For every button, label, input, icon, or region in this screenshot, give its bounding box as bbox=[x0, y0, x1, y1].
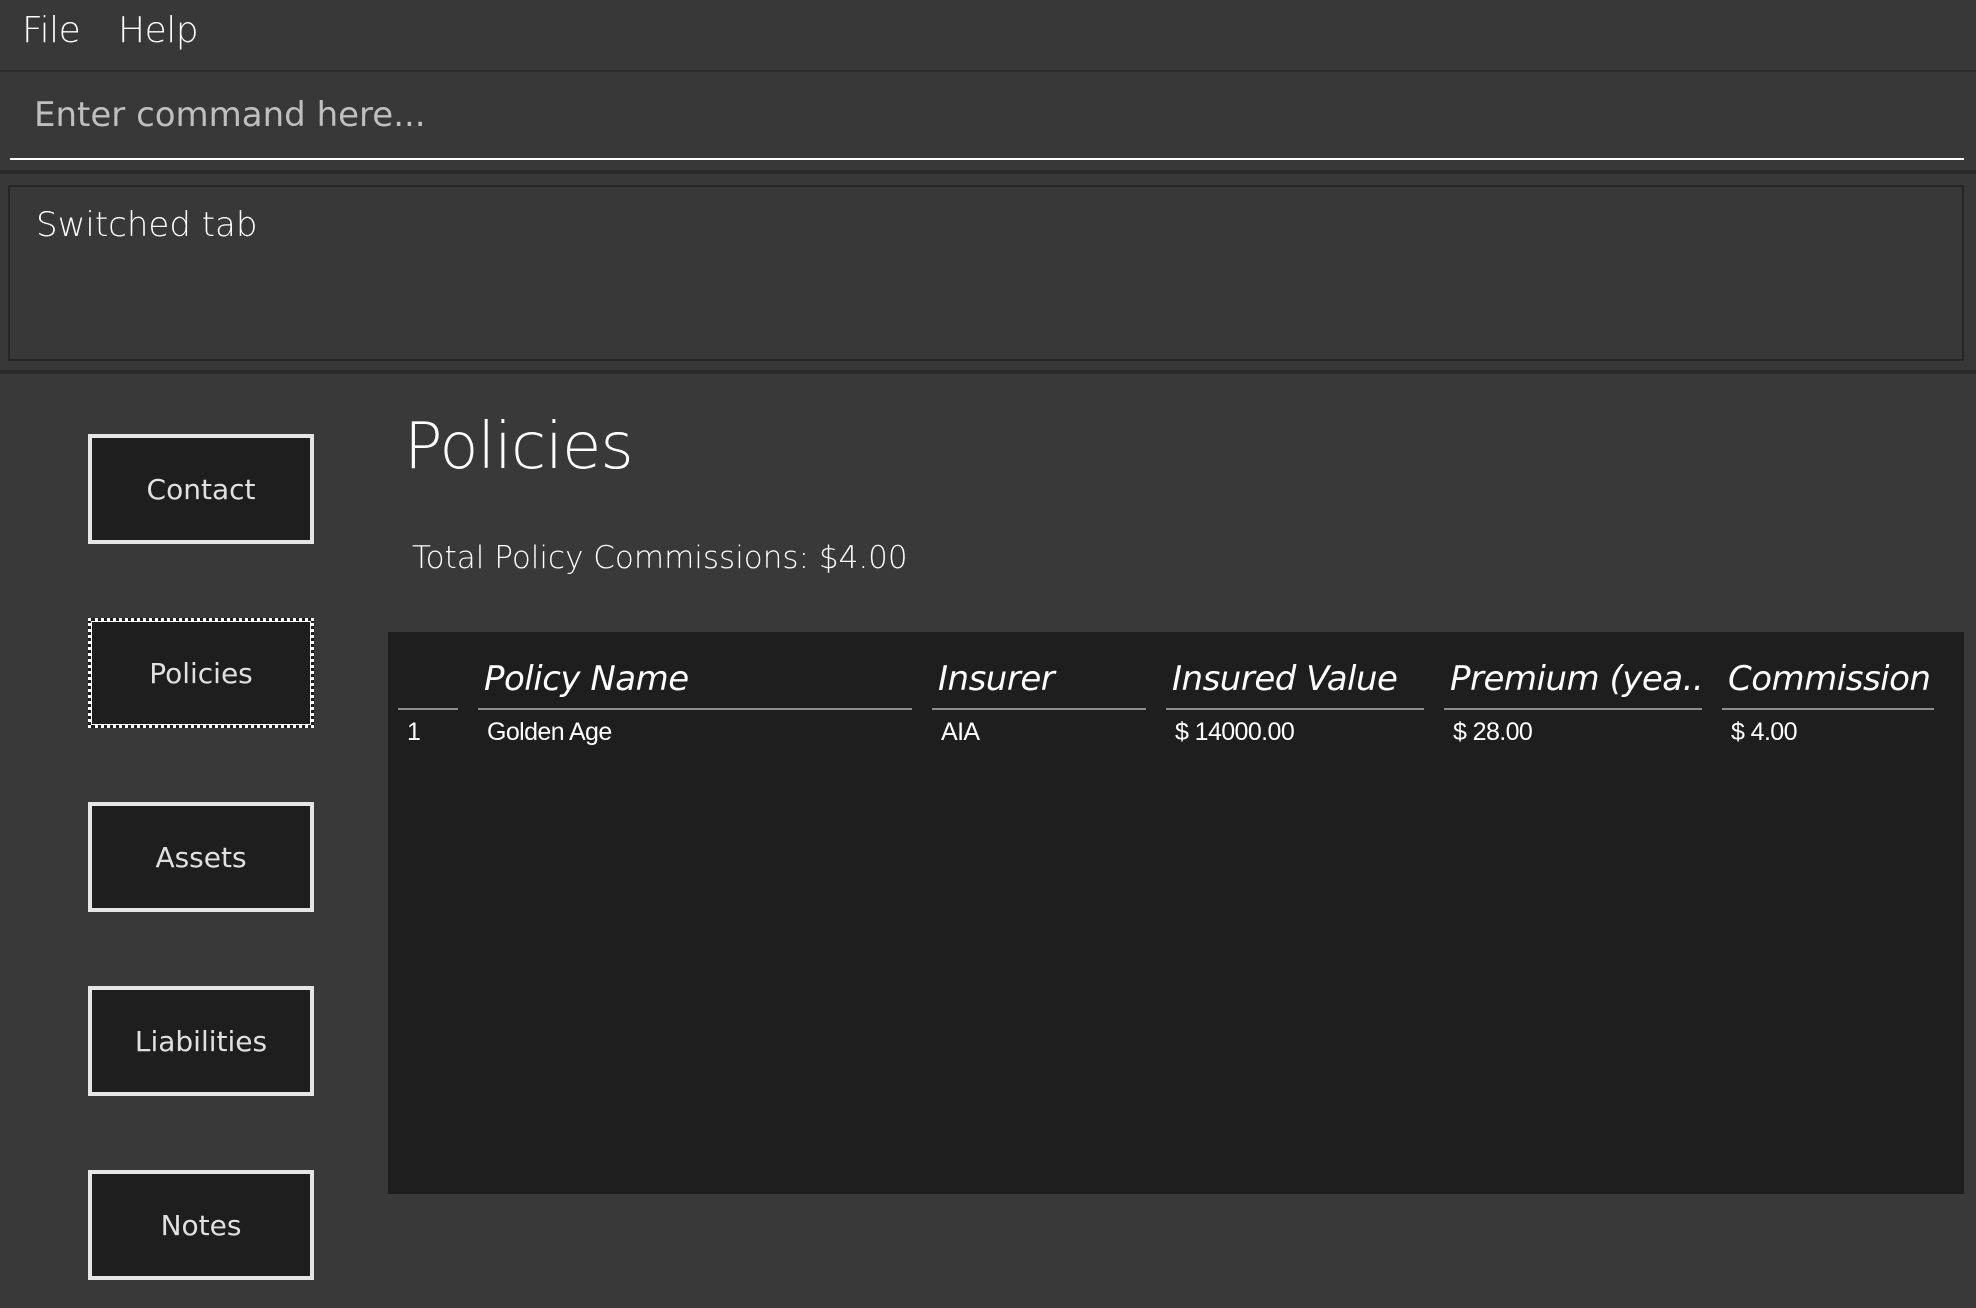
menu-bar: File Help bbox=[0, 0, 1976, 72]
result-message: Switched tab bbox=[36, 205, 258, 245]
result-display: Switched tab bbox=[8, 185, 1964, 361]
tab-notes[interactable]: Notes bbox=[88, 1170, 314, 1280]
policies-table[interactable]: Policy Name Insurer Insured Value Premiu… bbox=[388, 632, 1964, 1194]
column-header-policy-name[interactable]: Policy Name bbox=[478, 656, 912, 710]
cell-commission: $ 4.00 bbox=[1731, 718, 1798, 746]
page-title: Policies bbox=[404, 410, 634, 484]
tab-policies[interactable]: Policies bbox=[88, 618, 314, 728]
column-header-insurer[interactable]: Insurer bbox=[932, 656, 1146, 710]
column-header-index[interactable] bbox=[398, 656, 458, 710]
cell-insurer: AIA bbox=[941, 718, 980, 746]
menu-file[interactable]: File bbox=[22, 10, 81, 51]
total-commissions: Total Policy Commissions: $4.00 bbox=[412, 540, 908, 576]
cell-policy-name: Golden Age bbox=[487, 718, 612, 746]
command-input[interactable] bbox=[10, 72, 1964, 160]
cell-index: 1 bbox=[407, 718, 421, 746]
column-header-commission[interactable]: Commission bbox=[1722, 656, 1934, 710]
column-header-insured-value[interactable]: Insured Value bbox=[1166, 656, 1424, 710]
tab-assets[interactable]: Assets bbox=[88, 802, 314, 912]
menu-help[interactable]: Help bbox=[118, 10, 199, 51]
command-box bbox=[0, 72, 1976, 170]
column-header-premium[interactable]: Premium (yea... bbox=[1444, 656, 1702, 710]
cell-premium: $ 28.00 bbox=[1453, 718, 1533, 746]
tab-liabilities[interactable]: Liabilities bbox=[88, 986, 314, 1096]
result-display-area: Switched tab bbox=[0, 174, 1976, 370]
cell-insured-value: $ 14000.00 bbox=[1175, 718, 1295, 746]
tab-contact[interactable]: Contact bbox=[88, 434, 314, 544]
